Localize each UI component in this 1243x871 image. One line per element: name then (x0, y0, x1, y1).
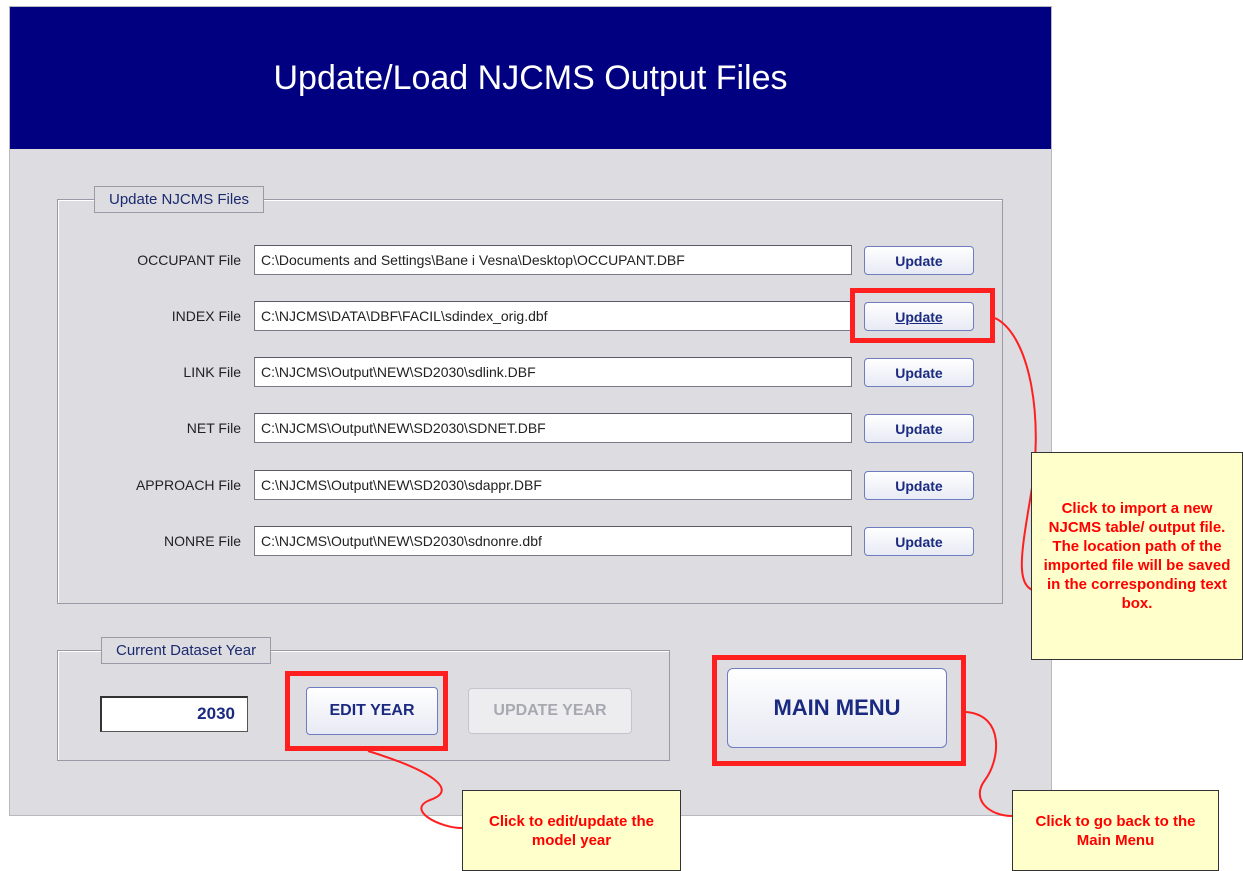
main-menu-callout: Click to go back to the Main Menu (1012, 790, 1219, 871)
edit-year-callout: Click to edit/update the model year (462, 790, 681, 871)
import-callout: Click to import a new NJCMS table/ outpu… (1031, 452, 1243, 660)
callout-connectors (367, 317, 1041, 829)
